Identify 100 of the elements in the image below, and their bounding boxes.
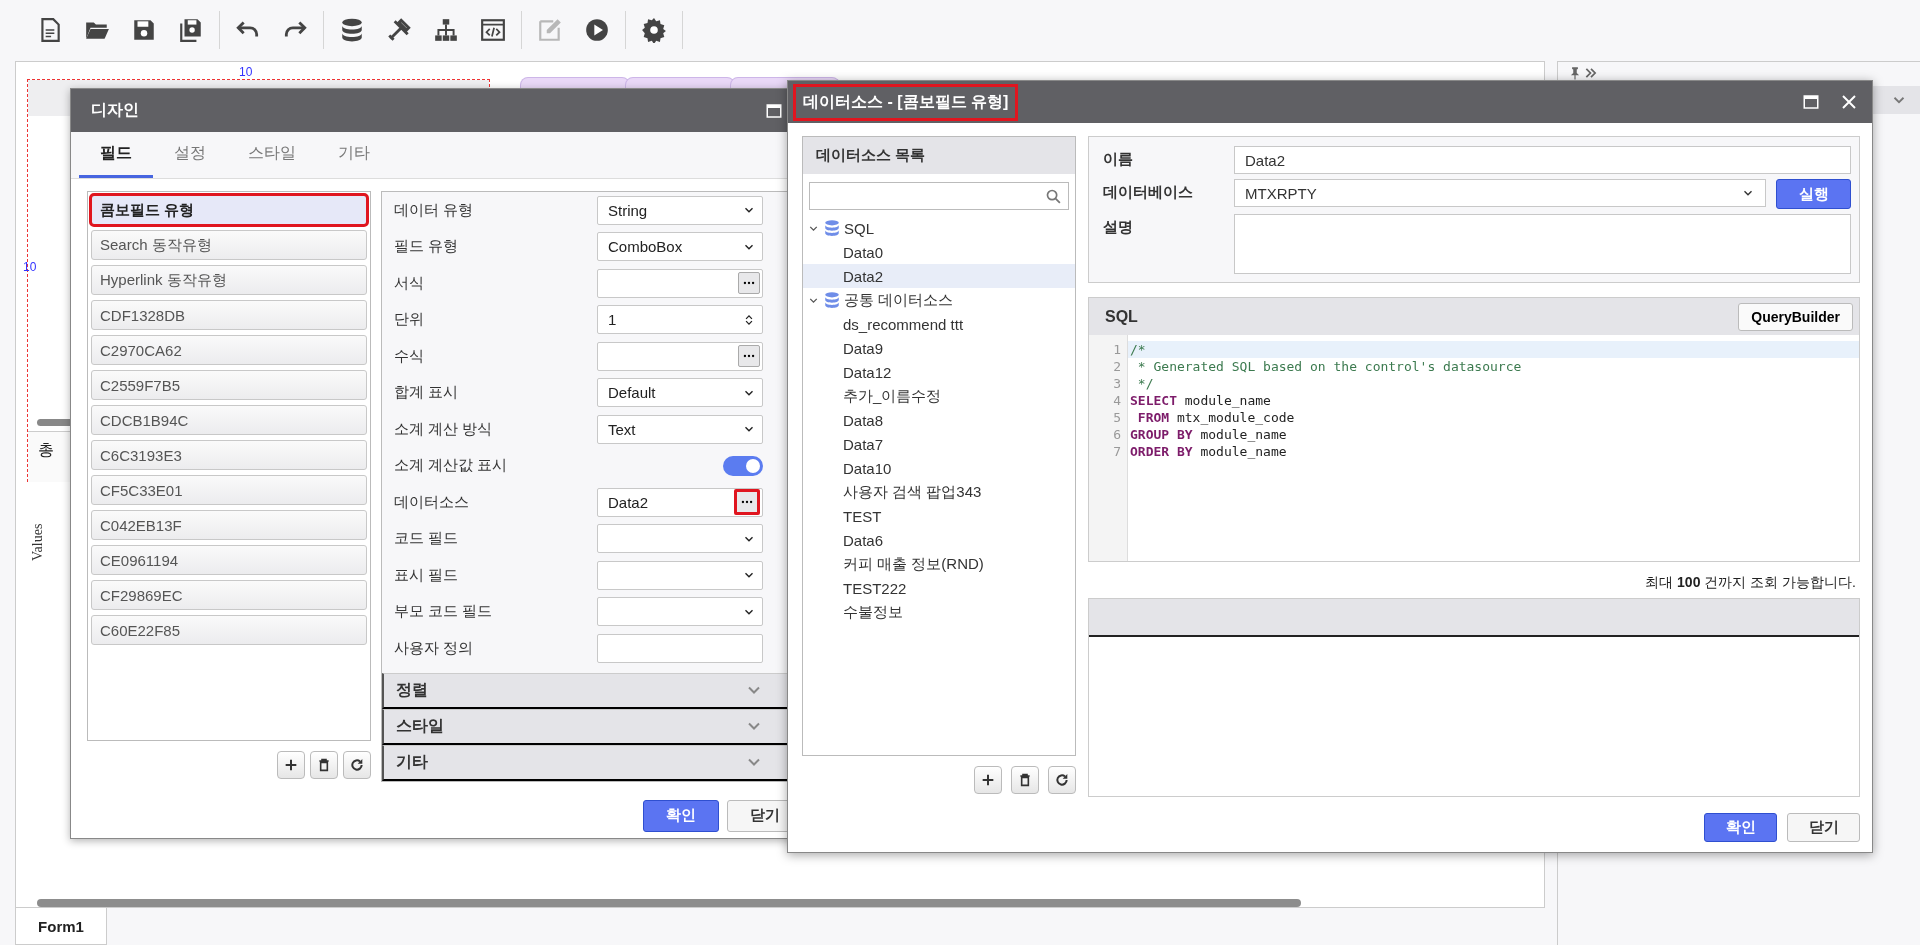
select-field[interactable]: Text bbox=[597, 414, 763, 444]
query-builder-button[interactable]: QueryBuilder bbox=[1738, 302, 1853, 331]
double-chevron-icon[interactable] bbox=[1584, 66, 1598, 80]
picker-field[interactable]: Data2 bbox=[597, 487, 763, 517]
tree-item[interactable]: ds_recommend ttt bbox=[803, 312, 1075, 336]
tree-item[interactable]: 공통 데이터소스 bbox=[803, 288, 1075, 312]
property-label: 단위 bbox=[394, 310, 425, 330]
refresh-button[interactable] bbox=[1048, 766, 1076, 794]
tree-item[interactable]: SQL bbox=[803, 216, 1075, 240]
property-label: 사용자 정의 bbox=[394, 638, 475, 658]
hierarchy-button[interactable] bbox=[432, 16, 460, 44]
input-field[interactable]: Data2 bbox=[1234, 146, 1851, 174]
select-field[interactable]: ComboBox bbox=[597, 232, 763, 262]
tree-item[interactable]: Data2 bbox=[803, 264, 1075, 288]
trash-icon bbox=[316, 757, 332, 773]
select-field[interactable]: MTXRPTY bbox=[1234, 179, 1766, 207]
field-item[interactable]: C2970CA62 bbox=[91, 335, 367, 365]
run-button[interactable]: 실행 bbox=[1776, 179, 1851, 209]
tab[interactable]: 필드 bbox=[79, 132, 153, 178]
property-label: 서식 bbox=[394, 273, 425, 293]
panel-title: 데이터소스 목록 bbox=[803, 137, 1075, 174]
picker-field[interactable] bbox=[597, 341, 763, 371]
input-field[interactable] bbox=[597, 633, 763, 663]
tools-button[interactable] bbox=[385, 16, 413, 44]
search-field[interactable] bbox=[809, 182, 1069, 210]
tree-item[interactable]: TEST222 bbox=[803, 576, 1075, 600]
code-line: /* bbox=[1130, 342, 1146, 357]
tree-item[interactable]: 추가_이름수정 bbox=[803, 384, 1075, 408]
code-window-icon bbox=[480, 17, 506, 43]
property-label: 필드 유형 bbox=[394, 237, 460, 257]
tab[interactable]: 설정 bbox=[153, 132, 227, 178]
play-icon bbox=[584, 17, 610, 43]
field-item[interactable]: CF29869EC bbox=[91, 580, 367, 610]
tree-item[interactable]: Data7 bbox=[803, 432, 1075, 456]
close-button[interactable] bbox=[1840, 93, 1858, 111]
ellipsis-button[interactable] bbox=[738, 345, 760, 368]
save-icon bbox=[131, 17, 157, 43]
delete-button[interactable] bbox=[310, 751, 338, 779]
tree-item[interactable]: Data0 bbox=[803, 240, 1075, 264]
select-field[interactable]: Default bbox=[597, 378, 763, 408]
property-label: 소계 계산 방식 bbox=[394, 419, 494, 439]
field-item[interactable]: C042EB13F bbox=[91, 510, 367, 540]
line-number: 6 bbox=[1112, 427, 1122, 442]
maximize-button[interactable] bbox=[1802, 93, 1820, 111]
tree-item[interactable]: Data12 bbox=[803, 360, 1075, 384]
tab[interactable]: 스타일 bbox=[227, 132, 317, 178]
field-item[interactable]: CDCB1B94C bbox=[91, 405, 367, 435]
field-item[interactable]: C6C3193E3 bbox=[91, 440, 367, 470]
database-icon bbox=[823, 291, 841, 309]
field-label: 이름 bbox=[1103, 149, 1134, 169]
tree-item[interactable]: Data9 bbox=[803, 336, 1075, 360]
field-item[interactable]: 콤보필드 유형 bbox=[91, 195, 367, 225]
select-field[interactable] bbox=[597, 597, 763, 627]
code-editor[interactable]: 1 /* 2 * Generated SQL based on the control's datasource 3 */ 4 SELECT module_name 5 FROM mtx_module_code 6 GROUP BY module_name 7 ORDER BY module_name bbox=[1089, 335, 1859, 561]
field-item[interactable]: C2559F7B5 bbox=[91, 370, 367, 400]
settings-button[interactable] bbox=[640, 16, 668, 44]
code-line: ORDER BY module_name bbox=[1130, 444, 1287, 459]
code-line: */ bbox=[1136, 376, 1154, 391]
code-window-button[interactable] bbox=[479, 16, 507, 44]
tree-item[interactable]: 사용자 검색 팝업343 bbox=[803, 480, 1075, 504]
trash-icon bbox=[1017, 772, 1033, 788]
maximize-button[interactable] bbox=[765, 101, 783, 120]
tree-item[interactable]: Data8 bbox=[803, 408, 1075, 432]
tools-icon bbox=[386, 17, 412, 43]
play-button[interactable] bbox=[583, 16, 611, 44]
field-item[interactable]: Search 동작유형 bbox=[91, 230, 367, 260]
tree-item[interactable]: TEST bbox=[803, 504, 1075, 528]
field-item[interactable]: CE0961194 bbox=[91, 545, 367, 575]
picker-field[interactable] bbox=[597, 268, 763, 298]
code-line: FROM mtx_module_code bbox=[1136, 410, 1295, 425]
ellipsis-button[interactable] bbox=[738, 272, 760, 295]
close-button[interactable]: 닫기 bbox=[1787, 813, 1860, 842]
select-field[interactable]: String bbox=[597, 195, 763, 225]
property-label: 표시 필드 bbox=[394, 565, 460, 585]
delete-button[interactable] bbox=[1011, 766, 1039, 794]
toggle-switch[interactable] bbox=[723, 455, 763, 476]
refresh-button[interactable] bbox=[343, 751, 371, 779]
scrollbar-thumb[interactable] bbox=[37, 899, 1301, 907]
field-item[interactable]: CDF1328DB bbox=[91, 300, 367, 330]
number-field[interactable]: 1 bbox=[597, 305, 763, 335]
panel-title: SQL bbox=[1105, 307, 1138, 326]
plus-icon bbox=[980, 772, 996, 788]
add-button[interactable] bbox=[974, 766, 1002, 794]
confirm-button[interactable]: 확인 bbox=[1704, 813, 1777, 842]
add-button[interactable] bbox=[277, 751, 305, 779]
select-field[interactable] bbox=[597, 560, 763, 590]
form-tab[interactable]: Form1 bbox=[15, 908, 107, 945]
tree-item[interactable]: Data6 bbox=[803, 528, 1075, 552]
select-field[interactable] bbox=[597, 524, 763, 554]
confirm-button[interactable]: 확인 bbox=[643, 799, 719, 832]
tree-item[interactable]: Data10 bbox=[803, 456, 1075, 480]
tab[interactable]: 기타 bbox=[317, 132, 391, 178]
field-item[interactable]: C60E22F85 bbox=[91, 615, 367, 645]
line-number: 3 bbox=[1112, 376, 1122, 391]
tree-item[interactable]: 수불정보 bbox=[803, 600, 1075, 624]
line-number: 2 bbox=[1112, 359, 1122, 374]
field-item[interactable]: Hyperlink 동작유형 bbox=[91, 265, 367, 295]
field-item[interactable]: CF5C33E01 bbox=[91, 475, 367, 505]
tree-item[interactable]: 커피 매출 정보(RND) bbox=[803, 552, 1075, 576]
save-all-icon bbox=[178, 17, 204, 43]
